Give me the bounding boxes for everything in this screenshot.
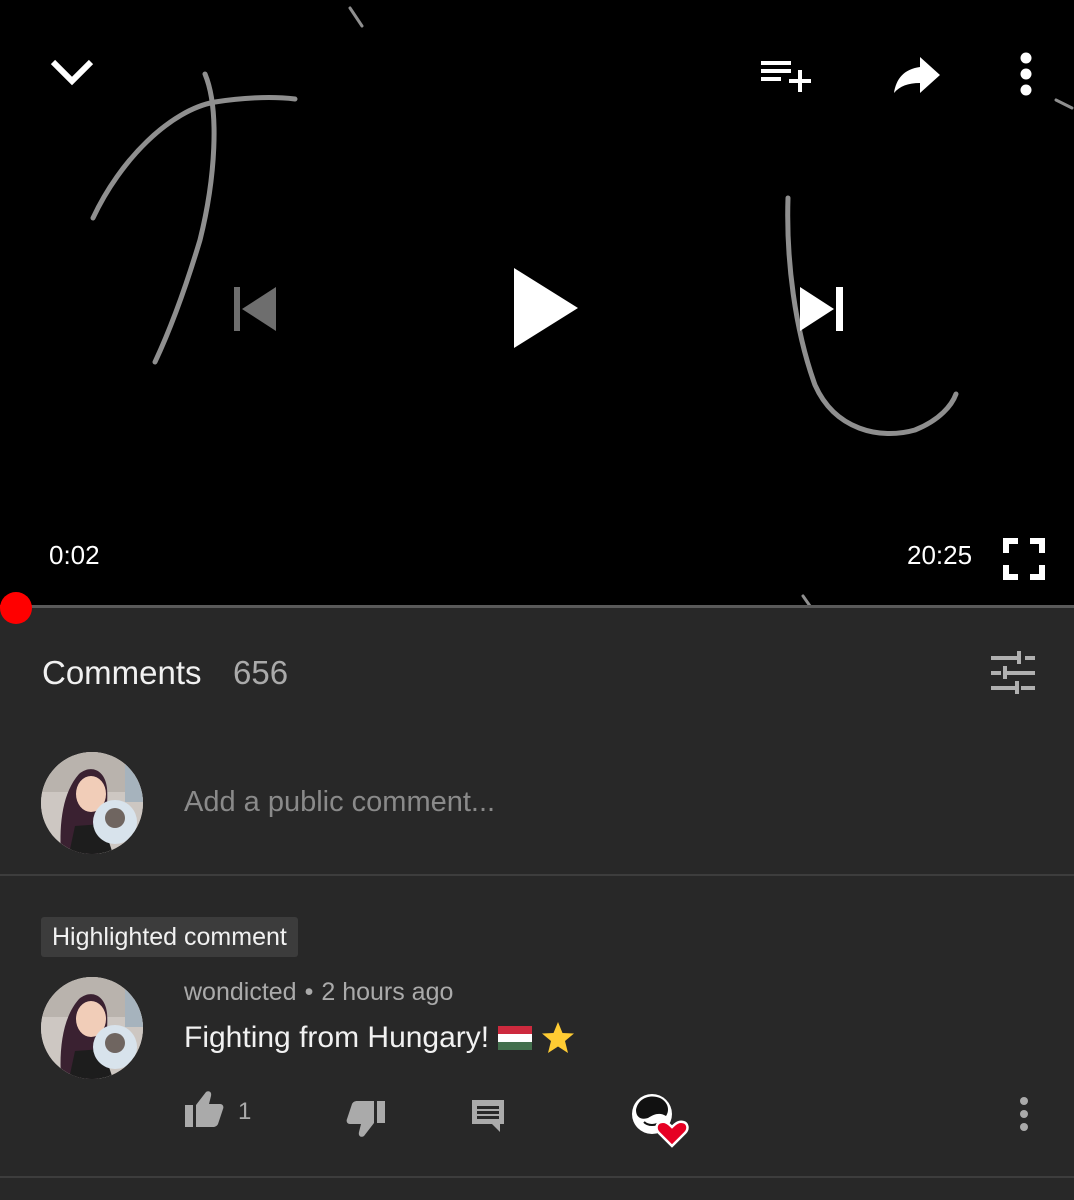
comment-meta: wondicted • 2 hours ago (184, 978, 453, 1007)
playlist-add-icon[interactable] (756, 50, 816, 100)
skip-next-icon[interactable] (790, 280, 852, 338)
thumb-up-icon[interactable] (184, 1090, 224, 1130)
play-icon[interactable] (500, 258, 590, 358)
like-count: 1 (238, 1098, 252, 1125)
more-vert-icon[interactable] (1008, 48, 1044, 100)
video-player[interactable]: 0:02 20:25 (0, 0, 1074, 606)
divider (0, 1176, 1074, 1178)
skip-previous-icon[interactable] (222, 280, 284, 338)
meta-separator: • (304, 978, 314, 1006)
comment-body: Fighting from Hungary! (184, 1020, 576, 1056)
thumb-down-icon[interactable] (346, 1100, 386, 1140)
comments-header: Comments 656 (0, 608, 1074, 734)
more-vert-icon[interactable] (1018, 1096, 1038, 1138)
share-icon[interactable] (890, 50, 944, 100)
chevron-down-icon[interactable] (44, 46, 100, 98)
comment-text: Fighting from Hungary! (184, 1021, 490, 1054)
highlighted-comment: Highlighted comment wondicted • 2 hours ag… (0, 876, 1074, 1176)
comment-time: 2 hours ago (321, 978, 454, 1006)
duration: 20:25 (907, 540, 973, 570)
current-time: 0:02 (49, 540, 100, 570)
reply-comment-icon[interactable] (470, 1098, 508, 1138)
add-comment-input[interactable] (184, 786, 1004, 819)
star-emoji (542, 1022, 575, 1053)
sort-filter-icon[interactable] (988, 648, 1038, 698)
highlighted-badge: Highlighted comment (41, 917, 298, 957)
fullscreen-icon[interactable] (998, 534, 1050, 584)
creator-heart-icon (630, 1092, 690, 1148)
add-comment-row (0, 734, 1074, 874)
hungary-flag-emoji (498, 1026, 533, 1050)
comment-author-avatar[interactable] (41, 977, 143, 1079)
comment-author[interactable]: wondicted (184, 978, 297, 1006)
comments-title: Comments (42, 654, 202, 691)
avatar[interactable] (41, 752, 143, 854)
comments-count: 656 (233, 654, 289, 691)
